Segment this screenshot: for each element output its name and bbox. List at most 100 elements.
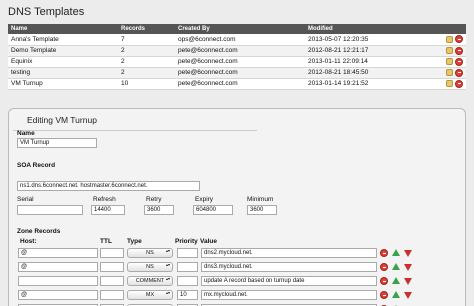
minimum-label: Minimum [247,196,274,203]
delete-icon[interactable] [455,35,463,44]
template-modified: 2013-05-07 12:20:35 [305,34,435,46]
template-modified: 2012-08-21 12:21:17 [305,45,435,57]
template-actions [435,67,466,79]
col-created-by-header: Created By [175,24,305,34]
col-name-header: Name [8,24,118,34]
zone-record-row: COMMENT update A record based on turnup d… [9,276,467,288]
edit-icon[interactable] [446,80,453,87]
template-row[interactable]: Demo Template 2 pete@6connect.com 2012-08-2… [8,45,466,57]
move-up-icon[interactable] [392,277,400,284]
template-records: 7 [118,34,175,46]
edit-icon[interactable] [446,69,453,76]
serial-label: Serial [17,196,34,203]
zone-host-input[interactable] [18,276,98,286]
delete-record-icon[interactable] [380,277,388,285]
template-actions [435,78,466,90]
template-row[interactable]: Equinix 2 pete@6connect.com 2013-01-11 22:0… [8,56,466,68]
zone-host-input[interactable]: @ [18,248,98,258]
template-records: 2 [118,45,175,57]
zone-ttl-input[interactable] [100,262,124,272]
template-row[interactable]: VM Turnup 10 pete@6connect.com 2013-01-14 1… [8,78,466,90]
template-records: 2 [118,67,175,79]
zone-value-input[interactable]: update A record based on turnup date [201,276,377,286]
delete-icon[interactable] [455,68,463,77]
zone-record-row: @ NS dns3.mycloud.net. [9,262,467,274]
move-up-icon[interactable] [392,249,400,256]
edit-icon[interactable] [446,35,453,43]
edit-icon[interactable] [446,47,453,54]
zone-type-select[interactable]: NS [127,248,173,258]
template-created-by: pete@6connect.com [175,56,305,68]
templates-header-row: Name Records Created By Modified [8,24,466,34]
zone-type-header: Type [127,238,142,245]
retry-input[interactable]: 3600 [144,205,174,215]
template-records: 10 [118,78,175,90]
templates-table: Name Records Created By Modified Anna's … [8,24,466,90]
move-down-icon[interactable] [404,264,412,271]
move-up-icon[interactable] [392,263,400,270]
zone-host-input[interactable]: @ [18,262,98,272]
zone-value-input[interactable]: mx.mycloud.net. [201,290,377,300]
template-name[interactable]: Equinix [8,56,118,68]
move-down-icon[interactable] [404,292,412,299]
delete-record-icon[interactable] [380,263,388,271]
zone-ttl-input[interactable] [100,248,124,258]
soa-label: SOA Record [17,162,56,169]
zone-host-header: Host: [20,238,37,245]
zone-ttl-input[interactable] [100,290,124,300]
zone-value-input[interactable]: dns3.mycloud.net. [201,262,377,272]
zone-priority-input[interactable] [177,248,198,258]
name-input[interactable]: VM Turnup [17,138,97,148]
editor-title: Editing VM Turnup [13,115,257,131]
template-actions [435,45,466,57]
template-row[interactable]: testing 2 pete@6connect.com 2012-08-21 18:4… [8,67,466,79]
zone-priority-input[interactable] [177,262,198,272]
zone-priority-input[interactable] [177,276,198,286]
refresh-input[interactable]: 14400 [91,205,125,215]
delete-icon[interactable] [455,57,463,66]
delete-icon[interactable] [455,79,463,88]
template-records: 2 [118,56,175,68]
col-actions-header [435,24,466,34]
move-down-icon[interactable] [404,250,412,257]
expiry-input[interactable]: 604800 [193,205,233,215]
zone-record-row: @ NS dns2.mycloud.net. [9,248,467,260]
template-created-by: pete@6connect.com [175,67,305,79]
zone-type-select[interactable]: NS [127,262,173,272]
template-created-by: ops@6connect.com [175,34,305,46]
soa-input[interactable]: ns1.dns.6connect.net. hostmaster.6connec… [17,181,200,191]
template-modified: 2013-01-11 22:09:14 [305,56,435,68]
template-name[interactable]: testing [8,67,118,79]
template-created-by: pete@6connect.com [175,78,305,90]
serial-input[interactable] [17,205,83,215]
retry-label: Retry [146,196,162,203]
delete-record-icon[interactable] [380,249,388,257]
zone-type-select[interactable]: COMMENT [127,276,173,286]
zone-host-input[interactable]: @ [18,290,98,300]
template-modified: 2013-01-14 19:21:52 [305,78,435,90]
edit-icon[interactable] [446,58,453,65]
refresh-label: Refresh [93,196,116,203]
template-row[interactable]: Anna's Template 7 ops@6connect.com 2013-05-… [8,34,466,46]
template-name[interactable]: VM Turnup [8,78,118,90]
minimum-input[interactable]: 3600 [247,205,277,215]
zone-ttl-input[interactable] [100,276,124,286]
template-created-by: pete@6connect.com [175,45,305,57]
template-name[interactable]: Demo Template [8,45,118,57]
template-modified: 2012-08-21 18:45:50 [305,67,435,79]
zone-type-select[interactable]: MX [127,290,173,300]
move-up-icon[interactable] [392,291,400,298]
delete-record-icon[interactable] [380,291,388,299]
zone-ttl-header: TTL [100,238,112,245]
zone-priority-input[interactable]: 10 [177,290,198,300]
page-title: DNS Templates [8,6,85,18]
template-name[interactable]: Anna's Template [8,34,118,46]
zone-value-header: Value [200,238,217,245]
col-records-header: Records [118,24,175,34]
zone-value-input[interactable]: dns2.mycloud.net. [201,248,377,258]
delete-icon[interactable] [455,46,463,55]
move-down-icon[interactable] [404,278,412,285]
name-label: Name [17,130,35,137]
template-editor-panel: Editing VM Turnup Name VM Turnup SOA Rec… [8,108,466,306]
template-actions [435,56,466,68]
